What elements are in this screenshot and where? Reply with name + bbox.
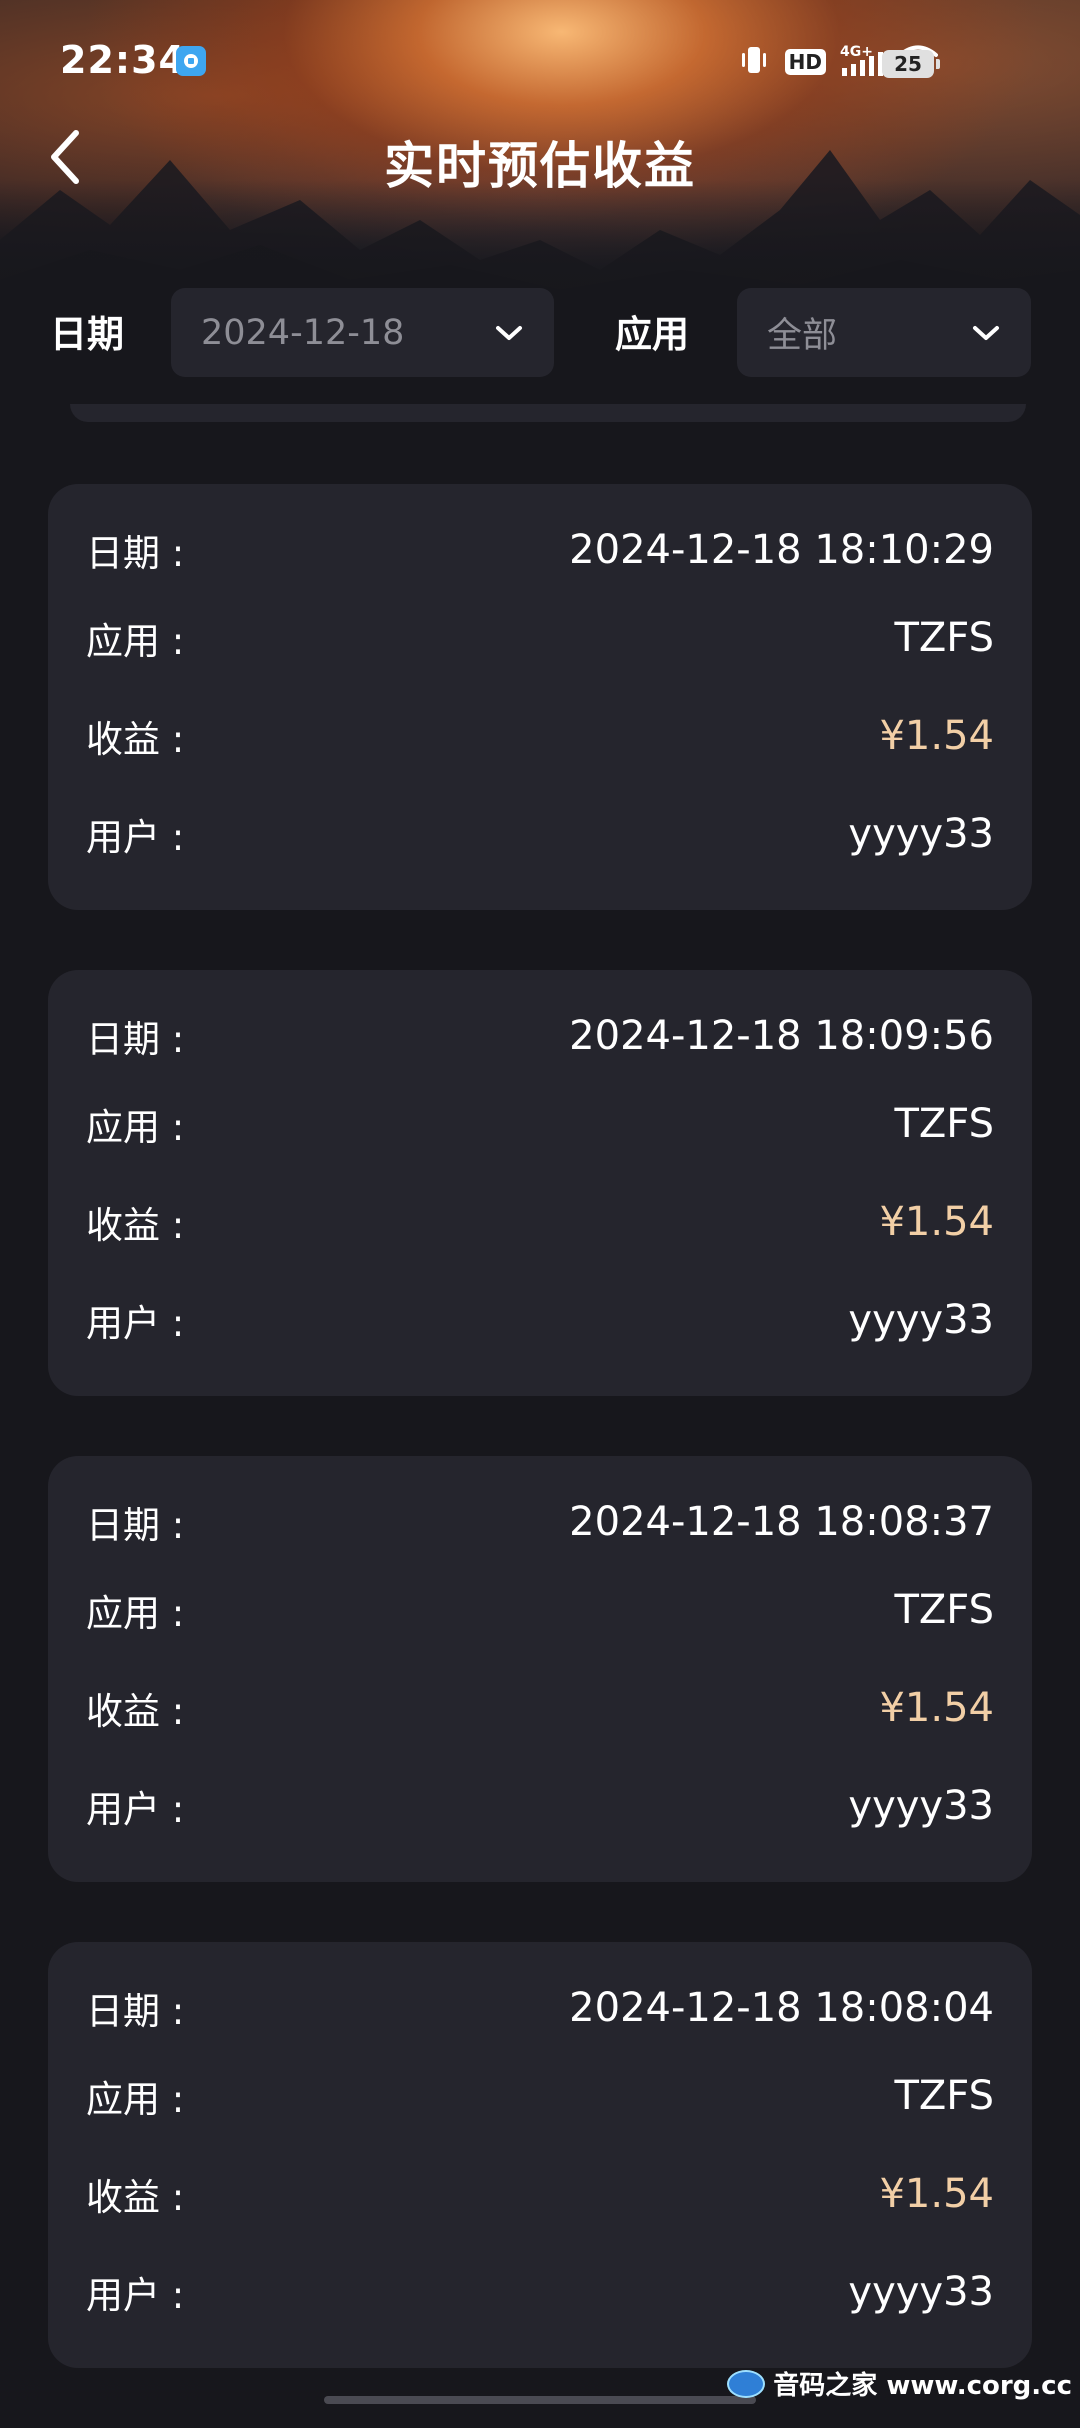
date-label: 日期 :	[86, 1504, 185, 1547]
earnings-list[interactable]: 日期 : 2024-12-18 18:10:29 应用 : TZFS 收益 : …	[48, 484, 1032, 2428]
hd-icon: HD	[784, 49, 826, 75]
battery-icon: 25	[882, 50, 940, 78]
card-row-app: 应用 : TZFS	[86, 2046, 994, 2145]
date-value: 2024-12-18 18:08:04	[569, 1985, 994, 2031]
card-row-app: 应用 : TZFS	[86, 588, 994, 687]
date-value: 2024-12-18 18:08:37	[569, 1499, 994, 1545]
chevron-down-icon	[973, 325, 999, 340]
user-label: 用户 :	[86, 1787, 185, 1831]
status-time: 22:34	[60, 38, 186, 82]
svg-text:4G+: 4G+	[840, 44, 873, 60]
signal-icon: 4G+	[840, 42, 884, 82]
app-label: 应用 :	[86, 1105, 185, 1149]
app-label: 应用 :	[86, 619, 185, 663]
card-row-income: 收益 : ¥1.54	[86, 2144, 994, 2243]
date-value: 2024-12-18 18:10:29	[569, 527, 994, 573]
status-bar: 22:34 HD 4G+ 25	[0, 0, 1080, 120]
card-row-date: 日期 : 2024-12-18 18:08:37	[86, 1483, 994, 1561]
user-label: 用户 :	[86, 1301, 185, 1345]
user-value: yyyy33	[848, 810, 994, 857]
app-select-value: 全部	[767, 316, 838, 356]
income-value: ¥1.54	[879, 1198, 994, 1245]
income-value: ¥1.54	[879, 1684, 994, 1731]
card-row-user: 用户 : yyyy33	[86, 784, 994, 883]
card-row-app: 应用 : TZFS	[86, 1560, 994, 1659]
app-label: 应用 :	[86, 2077, 185, 2121]
app-value: TZFS	[894, 1586, 994, 1633]
date-select[interactable]: 2024-12-18	[171, 288, 554, 377]
user-value: yyyy33	[848, 2268, 994, 2315]
notification-app-icon	[176, 46, 206, 76]
card-row-income: 收益 : ¥1.54	[86, 1172, 994, 1271]
user-value: yyyy33	[848, 1296, 994, 1343]
earnings-card[interactable]: 日期 : 2024-12-18 18:10:29 应用 : TZFS 收益 : …	[48, 484, 1032, 910]
date-label: 日期 :	[86, 532, 185, 575]
app-label: 应用 :	[86, 1591, 185, 1635]
app-value: TZFS	[894, 2072, 994, 2119]
earnings-card[interactable]: 日期 : 2024-12-18 18:08:04 应用 : TZFS 收益 : …	[48, 1942, 1032, 2368]
card-row-date: 日期 : 2024-12-18 18:10:29	[86, 511, 994, 589]
earnings-card[interactable]: 日期 : 2024-12-18 18:09:56 应用 : TZFS 收益 : …	[48, 970, 1032, 1396]
app-value: TZFS	[894, 1100, 994, 1147]
page-title: 实时预估收益	[384, 137, 696, 195]
watermark: 音码之家 www.corg.cc	[727, 2365, 1072, 2402]
card-row-user: 用户 : yyyy33	[86, 1756, 994, 1855]
user-label: 用户 :	[86, 2273, 185, 2317]
watermark-logo-icon	[727, 2369, 766, 2398]
card-row-income: 收益 : ¥1.54	[86, 686, 994, 785]
app-select[interactable]: 全部	[737, 288, 1031, 377]
income-value: ¥1.54	[879, 2170, 994, 2217]
date-label: 日期 :	[86, 1018, 185, 1061]
income-label: 收益 :	[86, 717, 185, 761]
date-label: 日期 :	[86, 1990, 185, 2033]
income-label: 收益 :	[86, 2175, 185, 2219]
app-filter-label: 应用	[615, 313, 689, 356]
app-value: TZFS	[894, 614, 994, 661]
card-row-app: 应用 : TZFS	[86, 1074, 994, 1173]
previous-card-edge	[70, 404, 1026, 422]
chevron-down-icon	[496, 325, 522, 340]
vibrate-icon	[737, 43, 771, 81]
user-label: 用户 :	[86, 815, 185, 859]
income-label: 收益 :	[86, 1203, 185, 1247]
user-value: yyyy33	[848, 1782, 994, 1829]
home-indicator[interactable]	[324, 2396, 756, 2404]
card-row-user: 用户 : yyyy33	[86, 1270, 994, 1369]
card-row-date: 日期 : 2024-12-18 18:08:04	[86, 1969, 994, 2047]
card-row-user: 用户 : yyyy33	[86, 2242, 994, 2341]
card-row-date: 日期 : 2024-12-18 18:09:56	[86, 997, 994, 1075]
earnings-card[interactable]: 日期 : 2024-12-18 18:08:37 应用 : TZFS 收益 : …	[48, 1456, 1032, 1882]
card-row-income: 收益 : ¥1.54	[86, 1658, 994, 1757]
income-value: ¥1.54	[879, 712, 994, 759]
date-value: 2024-12-18 18:09:56	[569, 1013, 994, 1059]
watermark-text: 音码之家 www.corg.cc	[773, 2371, 1072, 2401]
income-label: 收益 :	[86, 1689, 185, 1733]
date-filter-label: 日期	[50, 313, 124, 356]
date-select-value: 2024-12-18	[201, 312, 405, 353]
